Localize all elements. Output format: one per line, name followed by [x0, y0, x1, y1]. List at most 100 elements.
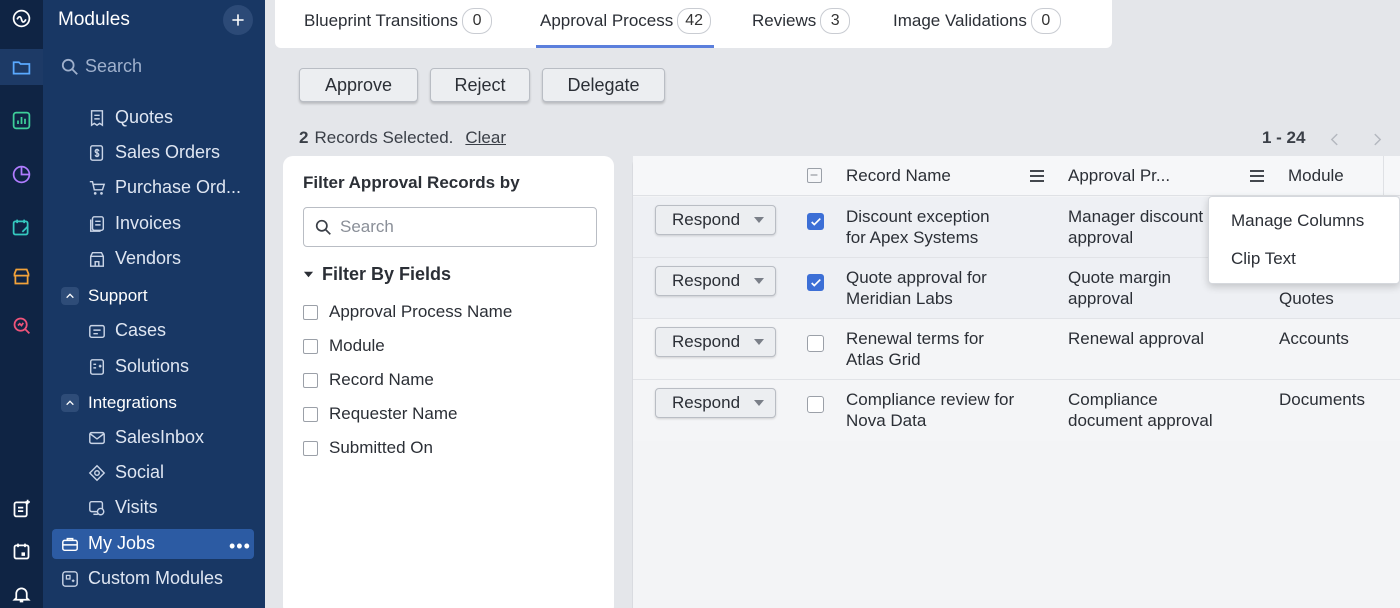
clear-selection-link[interactable]: Clear — [465, 128, 506, 148]
record-name-line: Atlas Grid — [846, 350, 921, 369]
filter-field-record-name[interactable]: Record Name — [303, 370, 434, 390]
tab-count-badge: 0 — [462, 8, 493, 34]
sidebar-item-salesinbox[interactable]: SalesInbox — [88, 427, 204, 448]
sidebar-item-my-jobs-content[interactable]: My Jobs — [61, 533, 155, 554]
respond-dropdown[interactable]: Respond — [655, 388, 776, 418]
modules-search[interactable]: Search — [61, 56, 142, 77]
sidebar-item-label: Social — [115, 462, 165, 482]
process-line: approval — [1068, 289, 1134, 308]
approve-button[interactable]: Approve — [299, 68, 418, 102]
sidebar-item-visits[interactable]: Visits — [88, 497, 158, 518]
filter-checkbox[interactable] — [303, 440, 318, 456]
record-name-line: for Apex Systems — [846, 228, 979, 247]
row-checkbox[interactable] — [807, 335, 824, 352]
row-checkbox[interactable] — [807, 274, 824, 291]
filter-field-module[interactable]: Module — [303, 336, 385, 356]
app-logo-icon[interactable] — [0, 0, 43, 36]
filter-checkbox[interactable] — [303, 304, 318, 320]
clip-text-menu-item[interactable]: Clip Text — [1231, 249, 1296, 269]
sidebar-item-solutions[interactable]: Solutions — [88, 356, 189, 377]
sidebar-item-label: Visits — [115, 497, 158, 517]
tab-image-validations[interactable]: Image Validations 0 — [893, 8, 1061, 34]
process-line: Quote margin — [1068, 268, 1171, 287]
select-all-checkbox[interactable] — [807, 168, 822, 183]
column-header-approval-process[interactable]: Approval Pr... — [1068, 166, 1170, 186]
column-menu-icon[interactable] — [1249, 169, 1265, 183]
filter-checkbox[interactable] — [303, 406, 318, 422]
sidebar-group-support[interactable]: Support — [61, 286, 148, 306]
tab-blueprint-transitions[interactable]: Blueprint Transitions 0 — [304, 8, 493, 34]
record-name-cell[interactable]: Compliance review for Nova Data — [846, 389, 1014, 431]
approval-process-cell: Manager discount approval — [1068, 206, 1203, 248]
bell-icon[interactable] — [0, 576, 43, 608]
filter-checkbox[interactable] — [303, 372, 318, 388]
calendar-edit-icon[interactable] — [0, 209, 43, 245]
sidebar-group-label: Support — [88, 286, 148, 305]
sidebar-item-quotes[interactable]: Quotes — [88, 107, 173, 128]
tab-approval-process[interactable]: Approval Process 42 — [540, 8, 712, 34]
caret-down-icon — [754, 278, 765, 284]
folder-icon[interactable] — [0, 49, 43, 85]
column-header-module[interactable]: Module — [1288, 166, 1344, 186]
next-page-icon[interactable] — [1369, 129, 1385, 149]
reports-icon[interactable] — [0, 156, 43, 192]
caret-down-icon — [303, 271, 314, 278]
approval-process-cell: Renewal approval — [1068, 328, 1204, 349]
icon-rail — [0, 0, 43, 608]
sidebar-group-integrations[interactable]: Integrations — [61, 393, 177, 413]
sidebar-item-label: My Jobs — [88, 533, 156, 553]
notes-add-icon[interactable] — [0, 490, 43, 526]
filter-search-input[interactable]: Search — [303, 207, 597, 247]
sidebar-item-sales-orders[interactable]: Sales Orders — [88, 142, 220, 163]
table-row[interactable]: Respond Renewal terms for Atlas Grid Ren… — [633, 319, 1400, 380]
filter-field-label: Requester Name — [329, 404, 458, 423]
column-header-record-name[interactable]: Record Name — [846, 166, 951, 186]
respond-dropdown[interactable]: Respond — [655, 266, 776, 296]
search-icon — [315, 219, 331, 235]
search-analytics-icon[interactable] — [0, 307, 43, 343]
filter-title: Filter Approval Records by — [303, 173, 520, 192]
more-options-icon[interactable]: ••• — [229, 536, 251, 557]
analytics-icon[interactable] — [0, 102, 43, 138]
filter-by-fields-toggle[interactable]: Filter By Fields — [303, 264, 451, 285]
tab-label: Image Validations — [893, 11, 1027, 30]
respond-dropdown[interactable]: Respond — [655, 205, 776, 235]
record-name-line: Meridian Labs — [846, 289, 953, 308]
sidebar-item-custom-modules[interactable]: Custom Modules — [61, 568, 223, 589]
respond-dropdown[interactable]: Respond — [655, 327, 776, 357]
filter-field-submitted-on[interactable]: Submitted On — [303, 438, 433, 458]
delegate-button[interactable]: Delegate — [542, 68, 665, 102]
sidebar-item-cases[interactable]: Cases — [88, 320, 166, 341]
tab-label: Approval Process — [540, 11, 674, 30]
calendar-icon[interactable] — [0, 533, 43, 569]
column-menu-icon[interactable] — [1029, 169, 1045, 183]
selected-text: Records Selected. — [314, 128, 454, 147]
sidebar-item-social[interactable]: Social — [88, 462, 164, 483]
table-row[interactable]: Respond Compliance review for Nova Data … — [633, 380, 1400, 441]
tab-count-badge: 42 — [677, 8, 712, 34]
row-checkbox[interactable] — [807, 213, 824, 230]
process-line: approval — [1068, 228, 1134, 247]
filter-field-approval-process-name[interactable]: Approval Process Name — [303, 302, 512, 322]
manage-columns-menu-item[interactable]: Manage Columns — [1231, 211, 1364, 231]
row-checkbox[interactable] — [807, 396, 824, 413]
visits-icon — [89, 500, 105, 515]
prev-page-icon[interactable] — [1326, 129, 1342, 149]
add-module-button[interactable] — [223, 5, 253, 35]
reject-button[interactable]: Reject — [430, 68, 530, 102]
store-icon[interactable] — [0, 258, 43, 294]
record-name-cell[interactable]: Quote approval for Meridian Labs — [846, 267, 987, 309]
filter-field-label: Submitted On — [329, 438, 433, 457]
sidebar-item-vendors[interactable]: Vendors — [88, 248, 181, 269]
social-icon — [88, 464, 106, 481]
cart-icon — [89, 180, 106, 195]
record-name-cell[interactable]: Discount exception for Apex Systems — [846, 206, 990, 248]
sidebar-item-label: Cases — [115, 320, 167, 340]
filter-checkbox[interactable] — [303, 338, 318, 354]
sidebar-item-invoices[interactable]: Invoices — [88, 213, 181, 234]
search-icon — [61, 58, 78, 75]
record-name-cell[interactable]: Renewal terms for Atlas Grid — [846, 328, 984, 370]
tab-reviews[interactable]: Reviews 3 — [752, 8, 851, 34]
sidebar-item-purchase-orders[interactable]: Purchase Ord... — [88, 177, 241, 198]
filter-field-requester-name[interactable]: Requester Name — [303, 404, 458, 424]
